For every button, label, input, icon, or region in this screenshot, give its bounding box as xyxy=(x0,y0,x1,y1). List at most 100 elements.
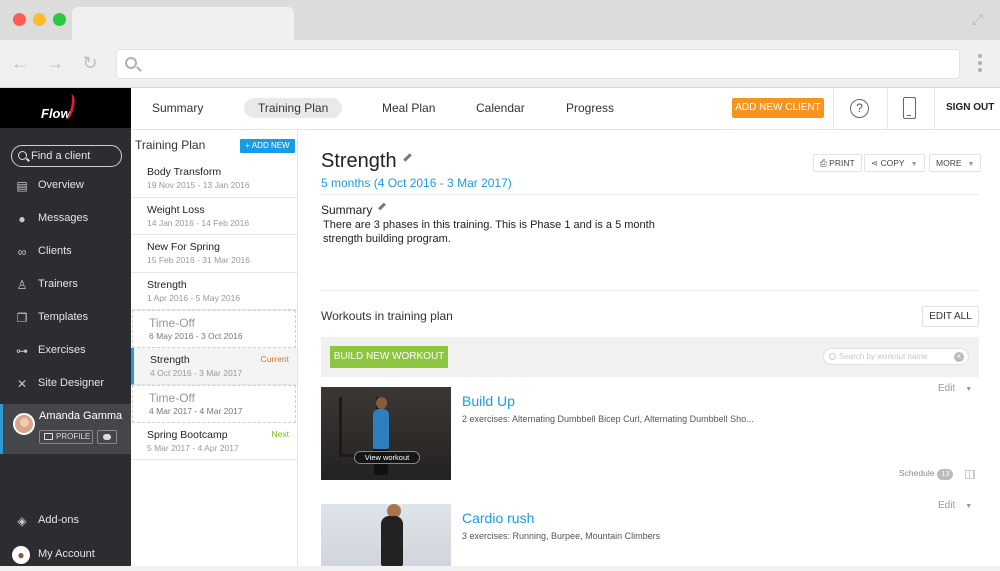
address-bar[interactable] xyxy=(116,49,960,79)
plan-name: Weight Loss xyxy=(147,203,205,216)
workout-edit-dropdown[interactable]: Edit ▼ xyxy=(938,500,972,511)
close-window-button[interactable] xyxy=(13,13,26,26)
app: Flow Find a client ▤ Overview ● Messages… xyxy=(0,88,1000,566)
help-icon[interactable]: ? xyxy=(850,99,869,118)
mobile-preview-icon[interactable] xyxy=(903,97,916,119)
edit-pencil-icon[interactable] xyxy=(378,202,387,211)
sidebar-item-exercises[interactable]: ⊶ Exercises xyxy=(0,337,131,367)
site-designer-icon: ✕ xyxy=(16,377,28,391)
divider xyxy=(321,290,979,291)
plan-dates: 5 Mar 2017 - 4 Apr 2017 xyxy=(147,442,239,453)
plan-name: Time-Off xyxy=(149,391,196,405)
sidebar-item-overview[interactable]: ▤ Overview xyxy=(0,172,131,202)
print-label: PRINT xyxy=(829,158,855,168)
workout-search-input[interactable]: Search by workout name × xyxy=(823,348,969,365)
plan-list-item[interactable]: Weight Loss 14 Jan 2016 - 14 Feb 2016 xyxy=(131,197,297,235)
add-new-plan-button[interactable]: + ADD NEW xyxy=(240,139,295,153)
clients-icon: ∞ xyxy=(17,245,27,259)
reload-icon[interactable]: ↻ xyxy=(80,53,100,73)
schedule-link[interactable]: Schedule 13 xyxy=(899,468,954,480)
current-client[interactable]: Amanda Gamma PROFILE xyxy=(0,404,131,454)
summary-label: Summary xyxy=(321,202,387,217)
tab-progress[interactable]: Progress xyxy=(566,101,614,115)
sidebar-item-templates[interactable]: ❐ Templates xyxy=(0,304,131,334)
calendar-grid-icon[interactable] xyxy=(965,470,975,479)
plan-name: New For Spring xyxy=(147,241,220,253)
edit-pencil-icon[interactable] xyxy=(402,153,412,162)
logo-swoosh-icon xyxy=(59,94,77,120)
plan-status-tag: Current xyxy=(260,353,289,364)
overview-icon: ▤ xyxy=(16,179,28,193)
runner-image xyxy=(381,516,403,566)
sidebar-item-label: Templates xyxy=(38,311,89,323)
profile-card-icon xyxy=(44,433,53,441)
browser-toolbar: ← → ↻ xyxy=(0,40,1000,88)
plan-list-item[interactable]: Time-Off 4 Mar 2017 - 4 Mar 2017 xyxy=(132,385,296,423)
addons-icon: ◈ xyxy=(17,514,27,528)
workout-name-link[interactable]: Cardio rush xyxy=(462,510,534,526)
plan-dates: 1 Apr 2016 - 5 May 2016 xyxy=(147,292,241,303)
find-client-input[interactable]: Find a client xyxy=(11,145,122,167)
chevron-down-icon: ▼ xyxy=(910,161,918,168)
back-arrow-icon[interactable]: ← xyxy=(10,53,30,73)
view-workout-button[interactable]: View workout xyxy=(354,451,420,464)
plan-list-item[interactable]: Time-Off 6 May 2016 - 3 Oct 2016 xyxy=(132,310,296,348)
search-icon xyxy=(125,57,137,69)
plan-list: Body Transform 19 Nov 2015 - 13 Jan 2016 W… xyxy=(131,160,297,460)
sidebar-item-label: Exercises xyxy=(38,344,86,356)
sidebar-item-trainers[interactable]: ♙ Trainers xyxy=(0,271,131,301)
plan-title: Strength xyxy=(321,150,412,173)
print-button[interactable]: ⎙ PRINT xyxy=(813,154,862,172)
fullscreen-icon[interactable]: ⤢ xyxy=(972,12,986,26)
plan-list-item[interactable]: Spring Bootcamp 5 Mar 2017 - 4 Apr 2017 Ne… xyxy=(131,422,297,460)
tab-calendar[interactable]: Calendar xyxy=(476,101,525,115)
workout-name-link[interactable]: Build Up xyxy=(462,393,515,409)
copy-button[interactable]: ⋖ COPY ▼ xyxy=(864,154,925,172)
plan-list-item[interactable]: Strength 1 Apr 2016 - 5 May 2016 xyxy=(131,272,297,310)
profile-button-label: PROFILE xyxy=(56,432,91,441)
plan-dates: 4 Oct 2016 - 3 Mar 2017 xyxy=(150,367,243,378)
more-button[interactable]: MORE ▼ xyxy=(929,154,982,172)
tab-summary[interactable]: Summary xyxy=(152,101,203,115)
tab-meal-plan[interactable]: Meal Plan xyxy=(382,101,435,115)
build-new-workout-button[interactable]: BUILD NEW WORKOUT xyxy=(330,346,448,368)
browser-tab[interactable] xyxy=(72,7,294,40)
sidebar-item-label: Trainers xyxy=(38,278,78,290)
training-plan-list: Training Plan + ADD NEW Body Transform 19… xyxy=(131,130,298,566)
edit-all-button[interactable]: EDIT ALL xyxy=(922,306,979,327)
maximize-window-button[interactable] xyxy=(53,13,66,26)
sidebar-item-label: Site Designer xyxy=(38,377,105,389)
browser-menu-icon[interactable] xyxy=(978,54,982,74)
edit-label: Edit xyxy=(938,383,956,394)
divider xyxy=(934,88,935,130)
forward-arrow-icon[interactable]: → xyxy=(45,53,65,73)
workout-edit-dropdown[interactable]: Edit ▼ xyxy=(938,383,972,394)
workout-toolbar: BUILD NEW WORKOUT Search by workout name… xyxy=(321,337,979,377)
sidebar-item-site-designer[interactable]: ✕ Site Designer xyxy=(0,370,131,400)
sidebar-item-messages[interactable]: ● Messages xyxy=(0,205,131,235)
tab-training-plan[interactable]: Training Plan xyxy=(244,98,343,118)
sidebar-item-addons[interactable]: ◈ Add-ons xyxy=(0,507,131,537)
sidebar-item-label: Clients xyxy=(38,245,72,257)
profile-button[interactable]: PROFILE xyxy=(39,430,93,444)
workouts-header: Workouts in training plan xyxy=(321,309,453,323)
plan-list-item[interactable]: New For Spring 15 Feb 2016 - 31 Mar 2016 xyxy=(131,235,297,273)
dumbbell-icon: ⊶ xyxy=(16,344,28,358)
chat-icon[interactable] xyxy=(97,430,117,444)
workout-thumbnail[interactable]: View workout xyxy=(321,387,451,480)
clear-search-icon[interactable]: × xyxy=(954,352,964,362)
sidebar-item-clients[interactable]: ∞ Clients xyxy=(0,238,131,268)
add-new-client-button[interactable]: ADD NEW CLIENT xyxy=(732,98,824,118)
find-client-placeholder: Find a client xyxy=(31,150,91,162)
brand-logo[interactable]: Flow xyxy=(0,88,131,128)
minimize-window-button[interactable] xyxy=(33,13,46,26)
trainer-image xyxy=(373,409,389,449)
sign-out-link[interactable]: SIGN OUT xyxy=(946,102,994,113)
plan-list-item[interactable]: Body Transform 19 Nov 2015 - 13 Jan 2016 xyxy=(131,160,297,198)
sidebar-item-my-account[interactable]: ● My Account xyxy=(0,541,131,571)
plan-list-item[interactable]: Strength 4 Oct 2016 - 3 Mar 2017 Current xyxy=(131,347,297,385)
workout-thumbnail[interactable] xyxy=(321,504,451,566)
plan-name: Strength xyxy=(147,278,187,291)
plan-status-tag: Next xyxy=(271,428,289,439)
chevron-down-icon: ▼ xyxy=(965,386,973,393)
